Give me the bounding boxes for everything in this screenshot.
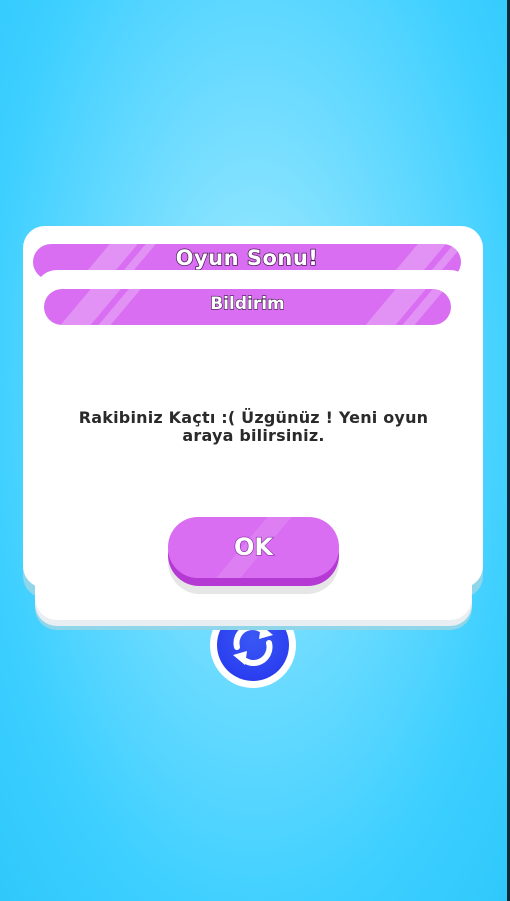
notification-message: Rakibiniz Kaçtı :( Üzgünüz ! Yeni oyun a… bbox=[78, 408, 429, 445]
game-over-title: Oyun Sonu! bbox=[175, 245, 319, 271]
notification-title: Bildirim bbox=[210, 293, 286, 314]
ok-button-label: OK bbox=[233, 532, 273, 561]
notification-title-bar: Bildirim bbox=[44, 289, 451, 325]
ok-button[interactable]: OK bbox=[168, 517, 339, 578]
